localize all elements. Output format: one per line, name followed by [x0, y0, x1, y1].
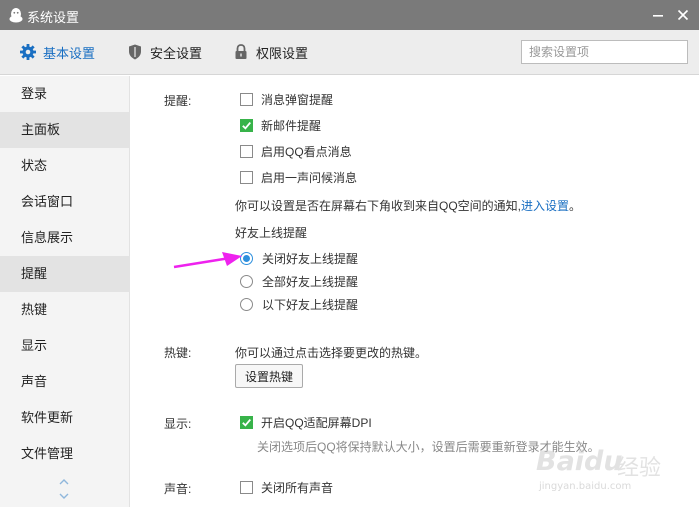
hotkeys-description: 你可以通过点击选择要更改的热键。 — [235, 346, 428, 360]
display-section-label: 显示: — [164, 417, 192, 431]
option-all-friends-online[interactable]: 全部好友上线提醒 — [240, 272, 358, 290]
option-message-popup[interactable]: 消息弹窗提醒 — [240, 90, 333, 108]
sound-section-label: 声音: — [164, 482, 192, 496]
settings-sidebar: 登录 主面板 状态 会话窗口 信息展示 提醒 热键 显示 声音 软件更新 文件管… — [0, 76, 130, 507]
pointer-arrow-annotation — [173, 252, 242, 269]
qq-kandian-checkbox[interactable] — [240, 144, 253, 158]
baidu-jingyan-watermark: Baidu 经验 jingyan.baidu.com — [533, 432, 693, 502]
option-label: 消息弹窗提醒 — [261, 92, 334, 107]
option-dpi-adapt[interactable]: 开启QQ适配屏幕DPI — [240, 413, 372, 431]
title-bar: 系统设置 — [0, 0, 699, 30]
set-hotkey-button[interactable]: 设置热键 — [235, 364, 304, 388]
gear-icon — [19, 43, 37, 61]
option-label: 新邮件提醒 — [261, 118, 322, 133]
option-label: 关闭所有声音 — [261, 480, 334, 495]
shield-icon — [126, 43, 144, 61]
option-label: 关闭好友上线提醒 — [262, 251, 359, 266]
sidebar-item-display[interactable]: 显示 — [0, 328, 130, 364]
tab-permission-settings[interactable]: 权限设置 — [232, 42, 308, 62]
sidebar-scroll-arrows[interactable] — [57, 475, 71, 503]
window-title: 系统设置 — [27, 10, 80, 25]
tab-label: 基本设置 — [43, 45, 96, 61]
option-mute-all[interactable]: 关闭所有声音 — [240, 478, 333, 496]
sidebar-item-reminders[interactable]: 提醒 — [0, 256, 130, 292]
sidebar-item-sound[interactable]: 声音 — [0, 364, 130, 400]
option-new-mail[interactable]: 新邮件提醒 — [240, 116, 321, 134]
checkmark-icon — [242, 418, 251, 427]
option-close-friend-online[interactable]: 关闭好友上线提醒 — [240, 249, 358, 267]
all-friends-online-radio[interactable] — [240, 274, 253, 288]
sidebar-item-main-panel[interactable]: 主面板 — [0, 112, 130, 148]
option-label: 全部好友上线提醒 — [262, 274, 359, 289]
option-label: 启用QQ看点消息 — [261, 144, 352, 159]
search-input[interactable] — [521, 40, 688, 64]
qzone-notice-text: 你可以设置是否在屏幕右下角收到来自QQ空间的通知, — [235, 199, 522, 213]
selected-friends-online-radio[interactable] — [240, 297, 253, 311]
hotkeys-section-label: 热键: — [164, 346, 192, 360]
chevron-down-icon[interactable] — [59, 493, 69, 499]
sidebar-item-login[interactable]: 登录 — [0, 76, 130, 112]
greeting-checkbox[interactable] — [240, 170, 253, 184]
qq-penguin-icon — [7, 6, 25, 24]
watermark-brand: Baidu — [536, 446, 623, 477]
enter-settings-link[interactable]: 进入设置 — [521, 199, 569, 213]
watermark-brand-cn: 经验 — [617, 455, 662, 480]
dpi-adapt-checkbox[interactable] — [240, 415, 253, 429]
sidebar-item-software-update[interactable]: 软件更新 — [0, 400, 130, 436]
option-label: 启用一声问候消息 — [261, 170, 358, 185]
tab-label: 安全设置 — [150, 45, 203, 61]
sidebar-item-status[interactable]: 状态 — [0, 148, 130, 184]
watermark-url: jingyan.baidu.com — [539, 481, 632, 492]
tab-security-settings[interactable]: 安全设置 — [126, 42, 202, 62]
friend-online-title: 好友上线提醒 — [235, 226, 308, 240]
new-mail-checkbox[interactable] — [240, 118, 253, 132]
option-qq-kandian[interactable]: 启用QQ看点消息 — [240, 142, 352, 160]
close-icon — [677, 9, 689, 21]
checkmark-icon — [242, 121, 251, 130]
sidebar-item-file-management[interactable]: 文件管理 — [0, 436, 130, 472]
option-greeting[interactable]: 启用一声问候消息 — [240, 168, 357, 186]
option-selected-friends-online[interactable]: 以下好友上线提醒 — [240, 295, 358, 313]
mute-all-checkbox[interactable] — [240, 480, 253, 494]
minimize-icon — [653, 15, 663, 17]
tab-basic-settings[interactable]: 基本设置 — [19, 42, 95, 62]
minimize-button[interactable] — [648, 5, 668, 25]
option-label: 以下好友上线提醒 — [262, 297, 359, 312]
tab-label: 权限设置 — [256, 45, 309, 61]
sidebar-item-chat-window[interactable]: 会话窗口 — [0, 184, 130, 220]
radio-dot — [243, 254, 250, 262]
qzone-notice: 你可以设置是否在屏幕右下角收到来自QQ空间的通知,进入设置。 — [235, 197, 581, 214]
reminders-section-label: 提醒: — [164, 94, 192, 108]
qzone-notice-end: 。 — [569, 199, 582, 213]
option-label: 开启QQ适配屏幕DPI — [261, 415, 372, 430]
close-button[interactable] — [673, 5, 693, 25]
lock-icon — [232, 43, 250, 61]
sidebar-item-hotkeys[interactable]: 热键 — [0, 292, 130, 328]
sidebar-item-info-display[interactable]: 信息展示 — [0, 220, 130, 256]
chevron-up-icon[interactable] — [59, 479, 69, 485]
message-popup-checkbox[interactable] — [240, 92, 253, 106]
